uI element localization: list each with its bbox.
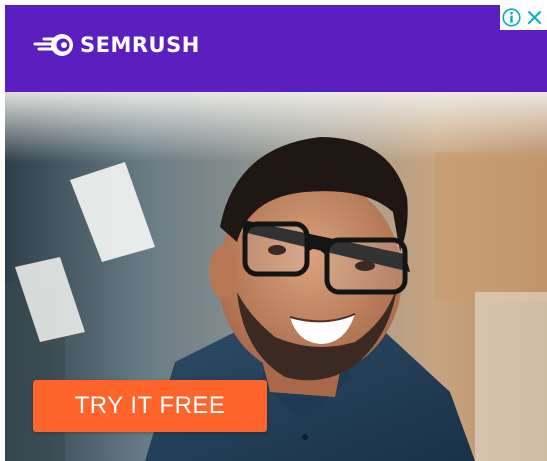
try-it-free-button[interactable]: TRY IT FREE	[33, 380, 267, 432]
ad-close-button[interactable]	[523, 5, 546, 30]
ad-header: SEMRUSH	[5, 5, 547, 92]
display-ad[interactable]: SEMRUSH TRY IT FREE	[5, 5, 547, 461]
ad-info-button[interactable]	[500, 5, 523, 30]
brand-name: SEMRUSH	[80, 33, 200, 57]
brand-logo[interactable]: SEMRUSH	[33, 32, 200, 58]
semrush-fireball-logo-icon	[33, 34, 73, 56]
adchoices-controls	[500, 5, 547, 30]
info-icon	[502, 8, 521, 27]
close-icon	[528, 11, 541, 24]
